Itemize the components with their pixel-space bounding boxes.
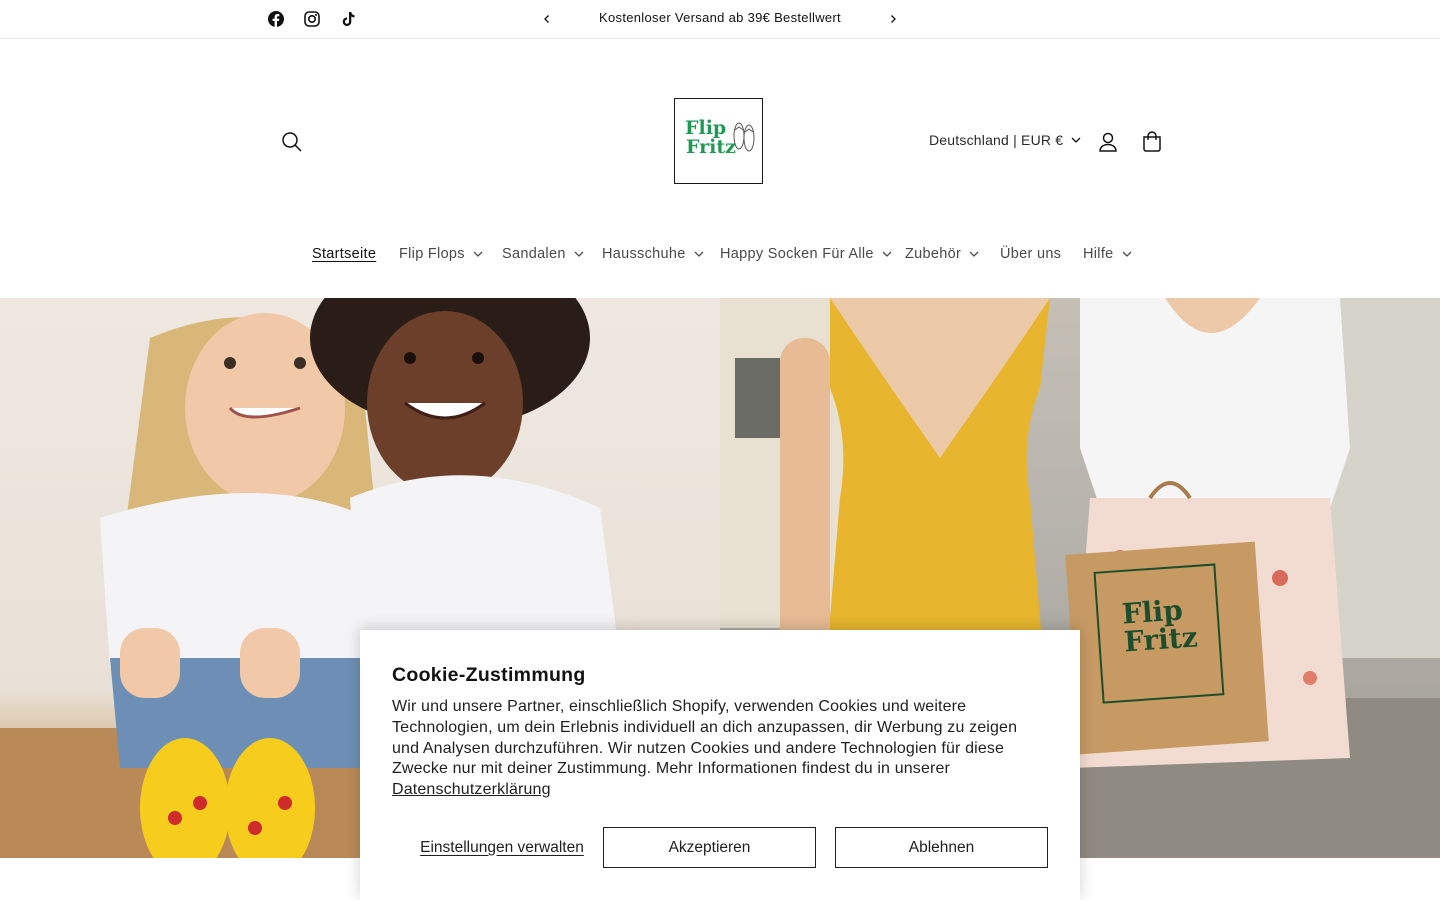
chevron-down-icon	[1122, 251, 1131, 257]
chevron-down-icon	[1071, 137, 1081, 143]
nav-item-ueber-uns[interactable]: Über uns	[1000, 246, 1061, 262]
flip-flop-icon	[733, 122, 755, 152]
decline-button[interactable]: Ablehnen	[835, 827, 1048, 868]
main-nav: Startseite Flip Flops Sandalen Hausschuh…	[0, 246, 1440, 268]
nav-item-flip-flops[interactable]: Flip Flops	[399, 246, 483, 262]
chevron-down-icon	[969, 251, 979, 257]
chevron-down-icon	[882, 251, 892, 257]
locale-label: Deutschland | EUR €	[929, 132, 1064, 148]
logo-line-2: Fritz	[686, 136, 736, 158]
search-icon[interactable]	[278, 128, 306, 156]
cookie-body-text: Wir und unsere Partner, einschließlich S…	[392, 698, 1018, 778]
nav-label: Happy Socken Für Alle	[720, 246, 874, 262]
chevron-down-icon	[694, 251, 704, 257]
nav-label: Hilfe	[1083, 246, 1114, 262]
nav-label: Über uns	[1000, 246, 1062, 262]
nav-item-happy-socken[interactable]: Happy Socken Für Alle	[720, 246, 892, 262]
cookie-title: Cookie-Zustimmung	[392, 664, 586, 686]
nav-item-sandalen[interactable]: Sandalen	[502, 246, 584, 262]
chevron-down-icon	[473, 251, 483, 257]
nav-label: Startseite	[312, 246, 377, 262]
nav-label: Zubehör	[905, 246, 962, 262]
logo-text: Flip Fritz	[685, 119, 736, 157]
cookie-consent-dialog: Cookie-Zustimmung Wir und unsere Partner…	[360, 630, 1080, 900]
nav-label: Hausschuhe	[602, 246, 686, 262]
locale-selector[interactable]: Deutschland | EUR €	[929, 132, 1081, 148]
nav-item-startseite[interactable]: Startseite	[312, 246, 376, 262]
bag-logo: Flip Fritz	[1121, 593, 1199, 659]
nav-item-zubehoer[interactable]: Zubehör	[905, 246, 979, 262]
announcement-text: Kostenloser Versand ab 39€ Bestellwert	[599, 10, 841, 25]
cookie-body: Wir und unsere Partner, einschließlich S…	[392, 697, 1042, 801]
nav-item-hilfe[interactable]: Hilfe	[1083, 246, 1132, 262]
facebook-icon[interactable]	[266, 9, 286, 29]
accept-button[interactable]: Akzeptieren	[603, 827, 816, 868]
tiktok-icon[interactable]	[338, 9, 358, 29]
instagram-icon[interactable]	[302, 9, 322, 29]
nav-label: Sandalen	[502, 246, 566, 262]
nav-item-hausschuhe[interactable]: Hausschuhe	[602, 246, 704, 262]
announcement-bar: Kostenloser Versand ab 39€ Bestellwert	[0, 0, 1440, 39]
cart-icon[interactable]	[1138, 128, 1166, 156]
chevron-left-icon[interactable]	[537, 9, 557, 29]
chevron-right-icon[interactable]	[883, 9, 903, 29]
nav-label: Flip Flops	[399, 246, 465, 262]
logo[interactable]: Flip Fritz	[674, 98, 763, 184]
manage-settings-button[interactable]: Einstellungen verwalten	[392, 827, 612, 868]
privacy-policy-link[interactable]: Datenschutzerklärung	[392, 781, 551, 798]
bag-logo-line-2: Fritz	[1122, 620, 1199, 659]
chevron-down-icon	[574, 251, 584, 257]
account-icon[interactable]	[1094, 128, 1122, 156]
